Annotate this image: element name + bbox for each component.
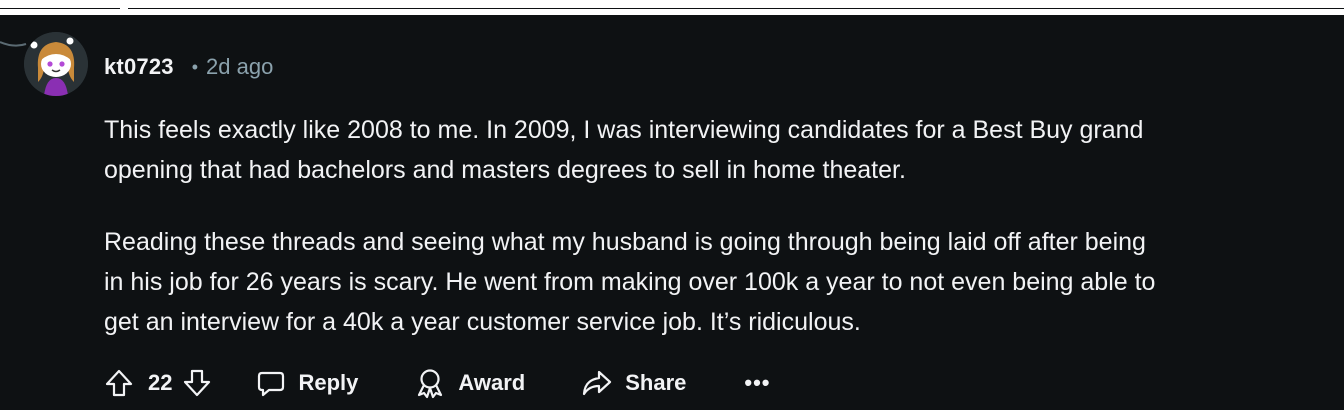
share-arrow-icon — [583, 370, 612, 396]
avatar[interactable] — [24, 32, 88, 96]
vote-count: 22 — [148, 370, 173, 395]
reply-label: Reply — [298, 370, 359, 395]
username-link[interactable]: kt0723 — [104, 54, 174, 80]
reply-button[interactable]: Reply — [256, 368, 358, 398]
top-divider — [0, 0, 1344, 15]
share-button[interactable]: Share — [581, 368, 686, 398]
downvote-button[interactable] — [182, 368, 212, 398]
timestamp[interactable]: 2d ago — [206, 54, 273, 80]
meta-separator: • — [191, 56, 199, 77]
comment-card: kt0723 • 2d ago This feels exactly like … — [0, 0, 1344, 410]
upvote-button[interactable] — [104, 368, 134, 398]
award-button[interactable]: Award — [414, 367, 525, 399]
award-label: Award — [458, 370, 526, 395]
comment-meta: kt0723 • 2d ago — [104, 54, 273, 80]
share-label: Share — [625, 370, 687, 395]
comment-body: This feels exactly like 2008 to me. In 2… — [104, 110, 1340, 374]
comment-paragraph-2: Reading these threads and seeing what my… — [104, 228, 1156, 336]
more-dots-icon: ••• — [744, 370, 771, 395]
comment-paragraph-1: This feels exactly like 2008 to me. In 2… — [104, 116, 1144, 184]
arrow-up-icon — [105, 369, 133, 397]
award-ribbon-icon — [418, 369, 443, 399]
speech-bubble-icon — [258, 371, 285, 397]
snoo-avatar-icon — [24, 32, 88, 96]
arrow-down-icon — [184, 369, 211, 397]
more-options-button[interactable]: ••• — [744, 370, 770, 396]
comment-action-bar: 22 Reply Award Share ••• — [104, 362, 771, 404]
